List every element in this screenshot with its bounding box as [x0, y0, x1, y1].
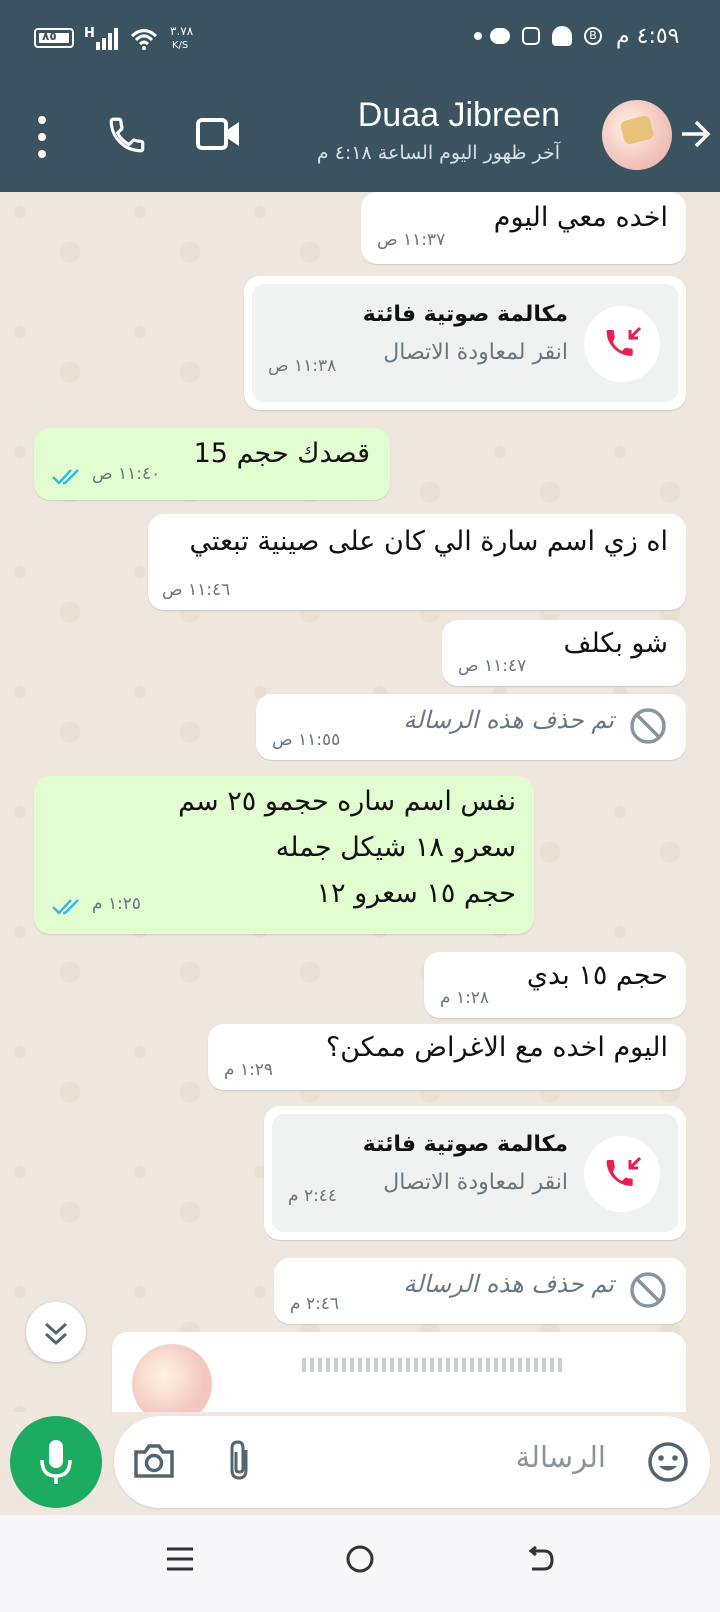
voice-note-bubble[interactable] — [112, 1332, 686, 1412]
message-line: حجم ١٥ سعرو ١٢ — [316, 878, 516, 909]
message-bubble[interactable]: اخده معي اليوم ١١:٣٧ ص — [361, 192, 686, 264]
missed-call-icon — [584, 306, 660, 382]
microphone-icon — [40, 1440, 72, 1484]
notification-dot-icon — [474, 32, 482, 40]
wifi-icon — [130, 29, 158, 50]
scroll-down-button[interactable] — [26, 1302, 86, 1362]
battery-level: ٨٥ — [42, 29, 57, 43]
message-time: ١١:٣٧ ص — [377, 230, 446, 250]
chat-area[interactable]: اخده معي اليوم ١١:٣٧ ص مكالمة صوتية فائت… — [0, 192, 720, 1412]
voice-call-icon[interactable] — [106, 114, 148, 156]
message-time: ١١:٥٥ ص — [272, 730, 341, 750]
snapchat-icon — [552, 26, 572, 46]
message-time: ١:٢٥ م — [92, 894, 142, 914]
camera-icon[interactable] — [132, 1440, 176, 1482]
more-options-icon[interactable] — [30, 112, 54, 162]
deleted-icon — [630, 1272, 666, 1308]
mic-button[interactable] — [10, 1416, 102, 1508]
chat-header: Duaa Jibreen آخر ظهور اليوم الساعة ٤:١٨ … — [0, 82, 720, 192]
call-subtitle: انقر لمعاودة الاتصال — [383, 1170, 568, 1195]
avatar[interactable] — [602, 100, 672, 170]
deleted-icon — [630, 708, 666, 744]
b-app-icon: B — [584, 27, 602, 45]
message-bubble[interactable]: حجم ١٥ بدي ١:٢٨ م — [424, 952, 686, 1018]
deleted-message-bubble[interactable]: تم حذف هذه الرسالة ٢:٤٦ م — [274, 1258, 686, 1324]
speed-value: ٣.٧٨ — [170, 24, 194, 38]
instagram-icon — [522, 27, 540, 45]
signal-icon — [96, 28, 118, 50]
message-line: سعرو ١٨ شيكل جمله — [275, 832, 516, 863]
call-subtitle: انقر لمعاودة الاتصال — [383, 340, 568, 365]
back-arrow-icon[interactable] — [678, 116, 714, 152]
composer-bar: الرسالة — [0, 1412, 720, 1515]
battery-icon: ٨٥ — [34, 28, 74, 48]
message-text: اليوم اخده مع الاغراض ممكن؟ — [325, 1032, 668, 1063]
message-bubble[interactable]: قصدك حجم 15 ١١:٤٠ ص — [34, 428, 390, 500]
double-chevron-down-icon — [44, 1322, 68, 1346]
message-time: ١١:٣٨ ص — [268, 356, 337, 376]
speed-unit: K/S — [172, 40, 189, 51]
call-title: مكالمة صوتية فائتة — [362, 302, 568, 327]
message-text: اه زي اسم سارة الي كان على صينية تبعتي — [189, 526, 669, 557]
message-time: ٢:٤٤ م — [288, 1186, 338, 1206]
message-text: شو بكلف — [563, 628, 668, 659]
message-text: قصدك حجم 15 — [193, 438, 370, 469]
message-text: اخده معي اليوم — [493, 202, 668, 233]
system-nav-bar — [0, 1515, 720, 1612]
message-time: ١:٢٩ م — [224, 1060, 274, 1080]
message-text: حجم ١٥ بدي — [526, 960, 668, 991]
message-bubble[interactable]: اه زي اسم سارة الي كان على صينية تبعتي ١… — [148, 514, 686, 610]
deleted-message-text: تم حذف هذه الرسالة — [403, 1270, 614, 1298]
contact-name[interactable]: Duaa Jibreen — [358, 96, 560, 135]
voice-note-avatar — [132, 1344, 212, 1412]
read-receipt-icon — [52, 469, 79, 485]
message-input-container[interactable]: الرسالة — [114, 1416, 710, 1508]
message-time: ١:٢٨ م — [440, 988, 490, 1008]
missed-call-bubble[interactable]: مكالمة صوتية فائتة انقر لمعاودة الاتصال … — [244, 276, 686, 410]
message-line: نفس اسم ساره حجمو ٢٥ سم — [178, 786, 516, 817]
attach-icon[interactable] — [222, 1438, 258, 1484]
status-bar: ٨٥ H ٣.٧٨ K/S B ٤:٥٩ م — [0, 0, 720, 82]
message-input[interactable]: الرسالة — [516, 1440, 606, 1474]
call-title: مكالمة صوتية فائتة — [362, 1132, 568, 1157]
message-bubble[interactable]: نفس اسم ساره حجمو ٢٥ سم سعرو ١٨ شيكل جمل… — [34, 776, 534, 934]
missed-call-card[interactable]: مكالمة صوتية فائتة انقر لمعاودة الاتصال … — [272, 1114, 678, 1232]
deleted-message-text: تم حذف هذه الرسالة — [403, 706, 614, 734]
message-time: ١١:٤٦ ص — [162, 580, 231, 600]
status-time: ٤:٥٩ م — [616, 24, 680, 49]
message-time: ١١:٤٧ ص — [458, 656, 527, 676]
back-icon[interactable] — [524, 1543, 556, 1575]
deleted-message-bubble[interactable]: تم حذف هذه الرسالة ١١:٥٥ ص — [256, 694, 686, 760]
read-receipt-icon — [52, 899, 79, 915]
message-time: ٢:٤٦ م — [290, 1294, 340, 1314]
voice-waveform — [302, 1358, 562, 1372]
missed-call-icon — [584, 1136, 660, 1212]
message-bubble[interactable]: شو بكلف ١١:٤٧ ص — [442, 620, 686, 686]
message-bubble[interactable]: اليوم اخده مع الاغراض ممكن؟ ١:٢٩ م — [208, 1024, 686, 1090]
emoji-icon[interactable] — [646, 1440, 690, 1484]
message-app-icon — [490, 28, 510, 44]
video-call-icon[interactable] — [196, 116, 242, 152]
last-seen: آخر ظهور اليوم الساعة ٤:١٨ م — [316, 142, 560, 164]
missed-call-bubble[interactable]: مكالمة صوتية فائتة انقر لمعاودة الاتصال … — [264, 1106, 686, 1240]
recent-apps-icon[interactable] — [164, 1543, 196, 1575]
missed-call-card[interactable]: مكالمة صوتية فائتة انقر لمعاودة الاتصال … — [252, 284, 678, 402]
message-time: ١١:٤٠ ص — [92, 464, 161, 484]
home-icon[interactable] — [344, 1543, 376, 1575]
